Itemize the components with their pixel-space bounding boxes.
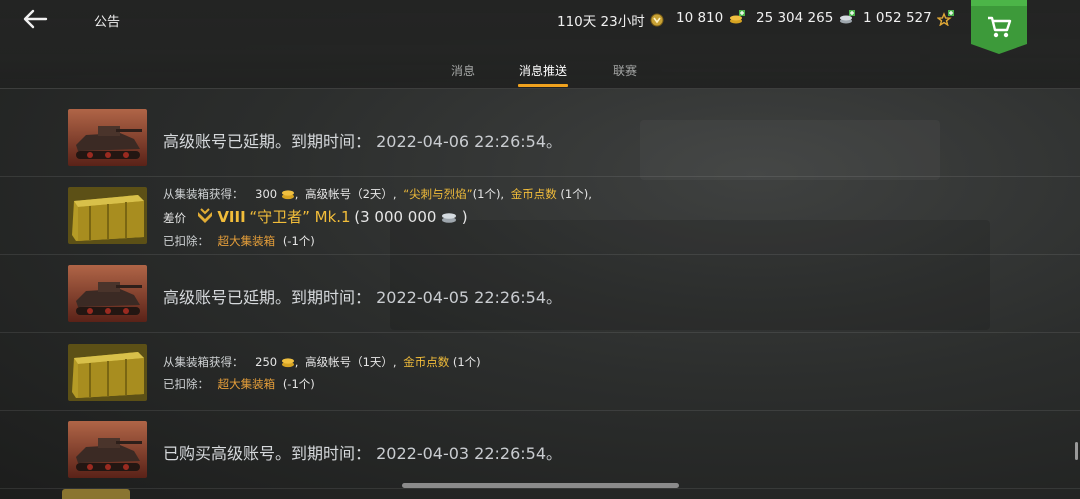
premium-time-value: 110天 23小时 [557, 14, 645, 30]
notification-text: 已购买高级账号。到期时间： 2022-04-03 22:26:54。 [163, 444, 563, 463]
notification-time: 2022-04-03 22:26:54。 [376, 444, 563, 463]
notification-row[interactable]: 高级账号已延期。到期时间： 2022-04-05 22:26:54。 [0, 255, 1080, 333]
reward-line: 从集装箱获得： 300 , 高级帐号（2天）, “尖刺与烈焰”(1个), 金币点… [163, 187, 592, 201]
tier-chevron-icon [197, 208, 212, 223]
horizontal-scrollbar[interactable] [402, 483, 679, 488]
notification-row[interactable]: 从集装箱获得： 250 , 高级帐号（1天）, 金币点数 (1个) 已扣除： 超… [0, 333, 1080, 411]
credits-coins-icon [442, 213, 457, 223]
notification-row[interactable]: 已购买高级账号。到期时间： 2022-04-03 22:26:54。 [0, 411, 1080, 489]
notification-time: 2022-04-06 22:26:54。 [376, 132, 563, 151]
shopping-cart-icon[interactable] [971, 0, 1027, 54]
deducted-line: 已扣除： 超大集装箱 (-1个) [163, 377, 315, 391]
free-xp-value: 1 052 527 [863, 10, 932, 26]
container-thumbnail [62, 489, 130, 499]
page-title: 公告 [94, 15, 121, 30]
gold-coins-icon [281, 190, 294, 200]
deducted-line: 已扣除： 超大集装箱 (-1个) [163, 234, 315, 248]
tank-compensation-line: 差价 VIII “守卫者” Mk.1 (3 000 000 ) [163, 208, 468, 226]
gold-balance[interactable]: 10 810 [676, 10, 746, 26]
notification-text: 高级账号已延期。到期时间： 2022-04-06 22:26:54。 [163, 132, 563, 151]
container-thumbnail [68, 344, 147, 401]
tab-league[interactable]: 联赛 [613, 62, 637, 79]
tab-push-messages[interactable]: 消息推送 [519, 62, 567, 79]
vertical-scrollbar[interactable] [1075, 442, 1078, 460]
tab-messages[interactable]: 消息 [451, 62, 475, 79]
premium-tank-thumbnail [68, 265, 147, 322]
notification-text: 高级账号已延期。到期时间： 2022-04-05 22:26:54。 [163, 288, 563, 307]
notification-row[interactable]: 从集装箱获得： 300 , 高级帐号（2天）, “尖刺与烈焰”(1个), 金币点… [0, 177, 1080, 255]
premium-tank-thumbnail [68, 421, 147, 478]
star-xp-icon [936, 10, 954, 26]
active-tab-indicator [518, 84, 568, 87]
credits-coins-icon [840, 10, 856, 24]
notification-row[interactable]: 高级账号已延期。到期时间： 2022-04-06 22:26:54。 [0, 89, 1080, 177]
credits-value: 25 304 265 [756, 10, 834, 26]
container-thumbnail [68, 187, 147, 244]
gold-coins-icon [281, 358, 294, 368]
credits-balance[interactable]: 25 304 265 [756, 10, 856, 26]
free-xp-balance[interactable]: 1 052 527 [863, 10, 955, 26]
reward-line: 从集装箱获得： 250 , 高级帐号（1天）, 金币点数 (1个) [163, 355, 481, 369]
top-bar: 公告 110天 23小时 10 810 25 304 265 1 052 527 [0, 0, 1080, 89]
back-arrow-icon[interactable] [22, 8, 48, 30]
tab-bar: 消息 消息推送 联赛 [0, 62, 1080, 88]
gold-coins-icon [730, 10, 746, 24]
notification-time: 2022-04-05 22:26:54。 [376, 288, 563, 307]
premium-timer[interactable]: 110天 23小时 [557, 10, 664, 30]
gold-value: 10 810 [676, 10, 724, 26]
premium-badge-icon [650, 13, 664, 27]
premium-tank-thumbnail [68, 109, 147, 166]
